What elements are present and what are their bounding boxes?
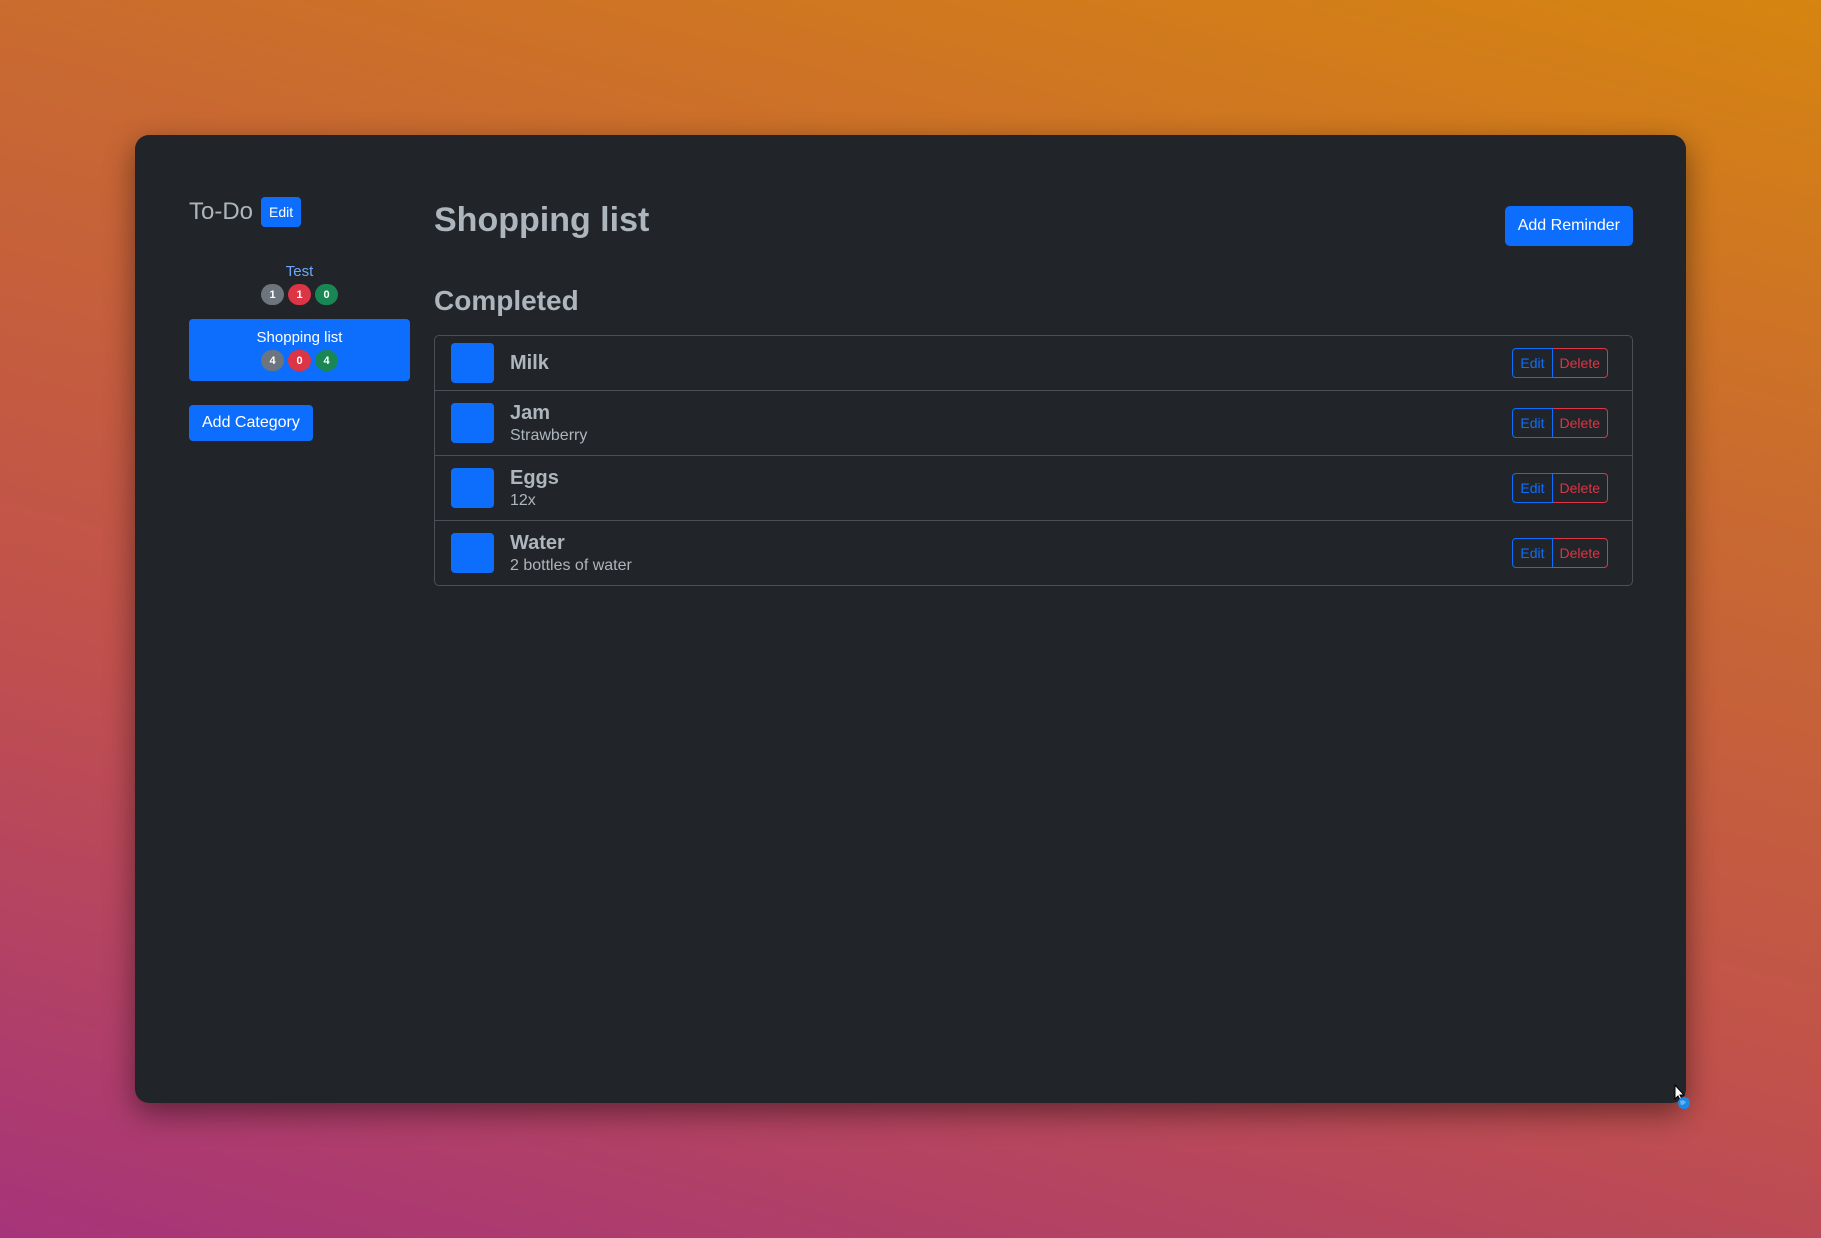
item-text: Eggs 12x [510, 467, 1512, 510]
category-item-shopping-list[interactable]: Shopping list 4 0 4 [189, 319, 410, 381]
item-title: Jam [510, 401, 551, 424]
app-title: To-Do [189, 198, 254, 225]
completed-count-badge: 4 [315, 350, 338, 371]
category-list: Test 1 1 0 Shopping list 4 0 4 [189, 257, 410, 381]
total-count-badge: 1 [261, 284, 284, 305]
edit-item-button[interactable]: Edit [1512, 348, 1553, 378]
item-actions: Edit Delete [1512, 538, 1608, 568]
brand-row: To-Do Edit [189, 195, 410, 229]
mouse-cursor-icon [1674, 1084, 1690, 1109]
item-title: Eggs [510, 466, 559, 489]
category-badges: 1 1 0 [189, 284, 410, 305]
item-actions: Edit Delete [1512, 473, 1608, 503]
list-item: Water 2 bottles of water Edit Delete [435, 521, 1632, 585]
section-title-completed: Completed [434, 285, 579, 316]
completed-checkbox[interactable] [451, 533, 494, 573]
page-title: Shopping list [434, 200, 650, 239]
item-actions: Edit Delete [1512, 348, 1608, 378]
total-count-badge: 4 [261, 350, 284, 371]
item-subtitle: 12x [510, 491, 536, 509]
list-item: Jam Strawberry Edit Delete [435, 391, 1632, 456]
main-header: Shopping list Add Reminder [434, 195, 1633, 246]
completed-count-badge: 0 [315, 284, 338, 305]
delete-item-button[interactable]: Delete [1552, 408, 1608, 438]
category-item-test[interactable]: Test 1 1 0 [189, 257, 410, 313]
edit-categories-button[interactable]: Edit [261, 197, 302, 227]
delete-item-button[interactable]: Delete [1552, 473, 1608, 503]
main-content: Shopping list Add Reminder Completed Mil… [434, 195, 1633, 586]
overdue-count-badge: 0 [288, 350, 311, 371]
edit-item-button[interactable]: Edit [1512, 473, 1553, 503]
add-reminder-button[interactable]: Add Reminder [1504, 206, 1633, 246]
edit-item-button[interactable]: Edit [1512, 408, 1553, 438]
list-item: Eggs 12x Edit Delete [435, 456, 1632, 521]
sidebar: To-Do Edit Test 1 1 0 Shopping list 4 0 … [189, 195, 410, 441]
completed-checkbox[interactable] [451, 403, 494, 443]
item-subtitle: Strawberry [510, 426, 588, 444]
category-badges: 4 0 4 [189, 350, 410, 371]
category-name: Test [285, 263, 314, 280]
add-category-button[interactable]: Add Category [189, 405, 313, 441]
edit-item-button[interactable]: Edit [1512, 538, 1553, 568]
item-subtitle: 2 bottles of water [510, 556, 632, 574]
category-name: Shopping list [256, 329, 343, 346]
list-item: Milk Edit Delete [435, 336, 1632, 391]
item-title: Milk [510, 351, 549, 374]
completed-checkbox[interactable] [451, 343, 494, 383]
overdue-count-badge: 1 [288, 284, 311, 305]
app-window: To-Do Edit Test 1 1 0 Shopping list 4 0 … [135, 135, 1690, 1109]
item-text: Milk [510, 352, 1512, 375]
delete-item-button[interactable]: Delete [1552, 348, 1608, 378]
item-title: Water [510, 531, 565, 554]
delete-item-button[interactable]: Delete [1552, 538, 1608, 568]
item-text: Water 2 bottles of water [510, 532, 1512, 575]
item-actions: Edit Delete [1512, 408, 1608, 438]
completed-checkbox[interactable] [451, 468, 494, 508]
reminder-list: Milk Edit Delete Jam Strawberry Edit Del… [434, 335, 1633, 586]
item-text: Jam Strawberry [510, 402, 1512, 445]
